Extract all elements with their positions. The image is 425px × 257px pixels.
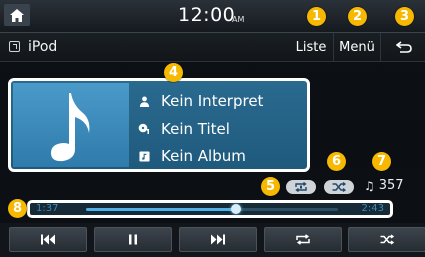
shuffle-icon — [332, 182, 346, 192]
list-button[interactable]: Liste — [290, 33, 332, 61]
menu-button-label: Menü — [339, 39, 375, 55]
elapsed-time: 1:37 — [36, 203, 59, 214]
music-note-icon — [51, 93, 90, 162]
callout-marker: 2 — [348, 7, 367, 26]
repeat-button[interactable] — [264, 227, 342, 252]
callout-marker: 6 — [327, 152, 346, 171]
track-info-panel[interactable]: Kein Interpret Kein Titel Kein Album — [8, 78, 310, 172]
list-button-label: Liste — [295, 39, 327, 55]
callout-marker: 5 — [261, 177, 280, 196]
pause-button[interactable] — [94, 227, 172, 252]
home-button[interactable] — [4, 4, 30, 26]
track-count: ♫ 357 — [364, 178, 404, 193]
back-button[interactable] — [380, 33, 425, 61]
playback-controls — [0, 223, 425, 257]
artist-icon — [137, 94, 151, 108]
previous-track-icon — [41, 234, 55, 245]
album-art — [13, 83, 129, 167]
progress-thumb[interactable] — [230, 204, 241, 214]
menu-button[interactable]: Menü — [333, 33, 380, 61]
callout-marker: 1 — [307, 7, 326, 26]
song-title: Kein Titel — [161, 120, 230, 138]
next-track-button[interactable] — [179, 227, 257, 252]
artist-row: Kein Interpret — [137, 89, 263, 113]
source-bar: iPod Liste Menü — [0, 33, 425, 62]
artist-name: Kein Interpret — [161, 92, 264, 110]
shuffle-button[interactable] — [348, 227, 425, 252]
pause-icon — [129, 234, 137, 245]
ipod-source-icon — [9, 41, 20, 52]
title-row: Kein Titel — [137, 117, 230, 141]
song-title-icon — [137, 122, 151, 136]
callout-marker: 8 — [8, 199, 27, 218]
clock-ampm: AM — [232, 15, 245, 24]
album-row: Kein Album — [137, 144, 246, 168]
total-time: 2:43 — [361, 203, 384, 214]
home-icon — [10, 8, 24, 22]
shuffle-button-icon — [380, 234, 394, 245]
album-icon — [137, 149, 151, 163]
album-name: Kein Album — [161, 147, 246, 165]
progress-fill — [86, 208, 236, 211]
previous-track-button[interactable] — [9, 227, 87, 252]
source-label: iPod — [28, 39, 58, 55]
clock-time: 12:00 — [178, 4, 236, 26]
music-note-small-icon: ♫ — [364, 178, 375, 193]
shuffle-indicator — [324, 180, 354, 194]
repeat-indicator — [286, 180, 316, 194]
repeat-one-icon — [295, 182, 307, 192]
music-player-screen: 12:00 AM iPod Liste Menü Kein Interpret … — [0, 0, 425, 257]
callout-marker: 4 — [164, 63, 183, 82]
repeat-icon — [296, 234, 310, 245]
progress-track[interactable] — [86, 204, 338, 214]
back-arrow-icon — [395, 41, 412, 53]
track-count-value: 357 — [378, 178, 404, 193]
callout-marker: 3 — [395, 7, 414, 26]
next-track-icon — [211, 234, 225, 245]
progress-bar[interactable]: 1:37 2:43 — [27, 200, 393, 218]
callout-marker: 7 — [372, 152, 391, 171]
